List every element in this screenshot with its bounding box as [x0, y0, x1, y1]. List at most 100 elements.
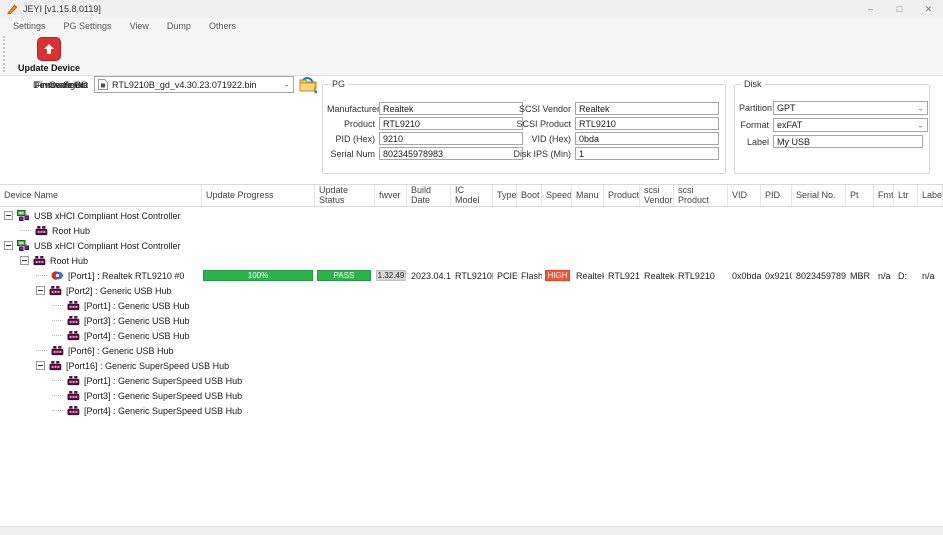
- column-header-ic-model[interactable]: IC Model: [451, 185, 493, 206]
- maximize-button[interactable]: □: [885, 0, 914, 18]
- tree-row[interactable]: [Port3] : Generic SuperSpeed USB Hub: [0, 388, 943, 403]
- cell-vid: 0x0bda: [728, 268, 761, 283]
- manufacturer-label: Manufacturer: [327, 104, 375, 114]
- column-header-update-status[interactable]: Update Status: [315, 185, 375, 206]
- column-header-fmt[interactable]: Fmt: [874, 185, 894, 206]
- format-select[interactable]: exFAT ⌄: [773, 118, 928, 132]
- column-header-speed[interactable]: Speed: [542, 185, 572, 206]
- update-device-button[interactable]: Update Device: [8, 35, 90, 74]
- firmware-gd-value: RTL9210B_gd_v4.30.23.071922.bin: [112, 80, 281, 90]
- column-header-fwver[interactable]: fwver: [375, 185, 407, 206]
- hub-icon: [49, 285, 62, 296]
- titlebar: JEYI [v1.15.8.0119] – □ ✕: [0, 0, 943, 18]
- close-button[interactable]: ✕: [914, 0, 943, 18]
- firmware-gd-label: Firmware GD: [0, 80, 88, 90]
- firmware-gd-combo[interactable]: RTL9210B_gd_v4.30.23.071922.bin ⌄: [94, 76, 294, 93]
- column-header-device-name[interactable]: Device Name: [0, 185, 202, 206]
- tree-row[interactable]: USB xHCI Compliant Host Controller: [0, 238, 943, 253]
- hub-icon: [67, 315, 80, 326]
- cell-pt: MBR: [846, 268, 874, 283]
- usb-device-icon: [51, 270, 64, 281]
- cell-product: RTL9210: [604, 268, 640, 283]
- pid-hex-field[interactable]: [379, 132, 523, 145]
- menu-settings[interactable]: Settings: [4, 21, 55, 31]
- tree-row[interactable]: [Port2] : Generic USB Hub: [0, 283, 943, 298]
- pg-group-title: PG: [329, 79, 348, 89]
- column-header-ltr[interactable]: Ltr: [894, 185, 918, 206]
- tree-connector: [36, 275, 47, 276]
- serial-num-field[interactable]: [379, 147, 523, 160]
- disk-ips-field[interactable]: [575, 147, 719, 160]
- vid-hex-field[interactable]: [575, 132, 719, 145]
- collapse-expander-icon[interactable]: [36, 286, 45, 295]
- config-panel: Device Select [Port1] : Realtek RTL9210 …: [0, 76, 943, 184]
- partition-select[interactable]: GPT ⌄: [773, 101, 928, 115]
- column-header-boot[interactable]: Boot: [517, 185, 542, 206]
- cell-fmt: n/a: [874, 268, 894, 283]
- hub-icon: [67, 375, 80, 386]
- tree-connector: [20, 230, 31, 231]
- column-header-build-date[interactable]: Build Date: [407, 185, 451, 206]
- column-header-update-progress[interactable]: Update Progress: [202, 185, 315, 206]
- manufacturer-field[interactable]: [379, 102, 523, 115]
- app-icon: [6, 3, 18, 15]
- tree-row[interactable]: [Port3] : Generic USB Hub: [0, 313, 943, 328]
- menu-view[interactable]: View: [121, 21, 158, 31]
- collapse-expander-icon[interactable]: [20, 256, 29, 265]
- scsi-product-field[interactable]: [575, 117, 719, 130]
- chevron-down-icon: ⌄: [283, 81, 290, 88]
- column-header-pt[interactable]: Pt: [846, 185, 874, 206]
- collapse-expander-icon[interactable]: [36, 361, 45, 370]
- toolbar-gripper[interactable]: [3, 36, 5, 72]
- partition-label: Partition: [739, 103, 769, 113]
- partition-value: GPT: [777, 103, 915, 113]
- tree-row[interactable]: Root Hub: [0, 223, 943, 238]
- minimize-button[interactable]: –: [856, 0, 885, 18]
- product-field[interactable]: [379, 117, 523, 130]
- tree-row[interactable]: USB xHCI Compliant Host Controller: [0, 208, 943, 223]
- column-header-label[interactable]: Label: [918, 185, 943, 206]
- column-header-serial-no-[interactable]: Serial No.: [792, 185, 846, 206]
- firmware-gd-browse-button[interactable]: [299, 78, 317, 92]
- hub-icon: [35, 225, 48, 236]
- tree-item-label: [Port3] : Generic SuperSpeed USB Hub: [84, 391, 242, 401]
- column-header-vid[interactable]: VID: [728, 185, 761, 206]
- cell-pid: 0x9210: [761, 268, 792, 283]
- serial-num-label: Serial Num: [327, 149, 375, 159]
- tree-row[interactable]: [Port16] : Generic SuperSpeed USB Hub: [0, 358, 943, 373]
- menu-dump[interactable]: Dump: [158, 21, 200, 31]
- tree-item-label: Root Hub: [50, 256, 88, 266]
- device-tree: USB xHCI Compliant Host Controller Root H…: [0, 208, 943, 418]
- tree-item-label: [Port1] : Realtek RTL9210 #0: [68, 271, 184, 281]
- tree-item-label: Root Hub: [52, 226, 90, 236]
- cell-boot: Flash: [517, 268, 542, 283]
- table-header: Device NameUpdate ProgressUpdate Statusf…: [0, 184, 943, 207]
- hub-icon: [51, 345, 64, 356]
- tree-item-label: [Port16] : Generic SuperSpeed USB Hub: [66, 361, 229, 371]
- tree-row[interactable]: Root Hub: [0, 253, 943, 268]
- hub-icon: [67, 405, 80, 416]
- cell-ltr: D:: [894, 268, 918, 283]
- folder-icon: [299, 78, 317, 92]
- scsi-vendor-field[interactable]: [575, 102, 719, 115]
- tree-row[interactable]: [Port1] : Realtek RTL9210 #0100%PASS1.32…: [0, 268, 943, 283]
- window-title: JEYI [v1.15.8.0119]: [23, 4, 101, 14]
- column-header-scsi-vendor[interactable]: scsi Vendor: [640, 185, 674, 206]
- tree-row[interactable]: [Port4] : Generic SuperSpeed USB Hub: [0, 403, 943, 418]
- hub-icon: [67, 300, 80, 311]
- collapse-expander-icon[interactable]: [4, 241, 13, 250]
- tree-row[interactable]: [Port1] : Generic USB Hub: [0, 298, 943, 313]
- column-header-scsi-product[interactable]: scsi Product: [674, 185, 728, 206]
- column-header-manu[interactable]: Manu: [572, 185, 604, 206]
- tree-row[interactable]: [Port1] : Generic SuperSpeed USB Hub: [0, 373, 943, 388]
- collapse-expander-icon[interactable]: [4, 211, 13, 220]
- menu-pg-settings[interactable]: PG Settings: [55, 21, 121, 31]
- column-header-product[interactable]: Product: [604, 185, 640, 206]
- column-header-type[interactable]: Type: [493, 185, 517, 206]
- tree-row[interactable]: [Port6] : Generic USB Hub: [0, 343, 943, 358]
- column-header-pid[interactable]: PID: [761, 185, 792, 206]
- window-controls: – □ ✕: [856, 0, 943, 18]
- tree-row[interactable]: [Port4] : Generic USB Hub: [0, 328, 943, 343]
- disk-label-field[interactable]: [773, 135, 923, 148]
- menu-others[interactable]: Others: [200, 21, 245, 31]
